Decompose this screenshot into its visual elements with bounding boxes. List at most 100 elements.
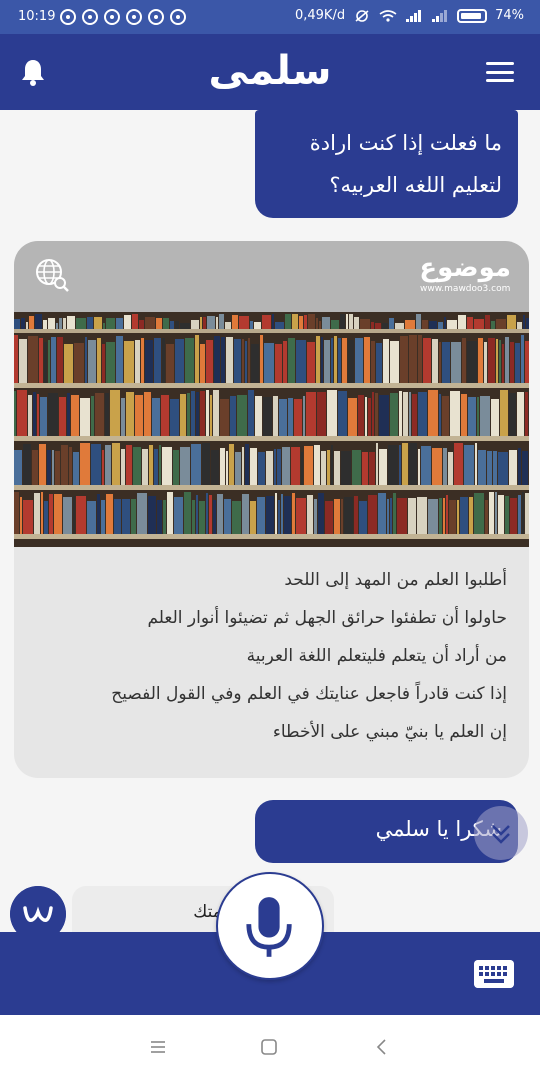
- book-spine: [180, 394, 186, 436]
- book-spine: [515, 343, 520, 383]
- book-spine: [316, 318, 318, 329]
- book-spine: [180, 323, 190, 329]
- book-spine: [103, 323, 105, 329]
- network-speed: 0,49K/d: [294, 8, 346, 23]
- book-spine: [23, 500, 33, 534]
- book-spine: [421, 446, 431, 485]
- menu-icon[interactable]: [486, 62, 514, 82]
- book-spine: [152, 398, 160, 436]
- book-spine: [383, 339, 389, 383]
- book-spine: [477, 397, 479, 436]
- book-spine: [101, 500, 105, 534]
- book-spine: [73, 496, 75, 534]
- book-spine: [360, 319, 370, 329]
- book-spine: [393, 493, 396, 534]
- book-spine: [341, 451, 351, 485]
- book-spine: [14, 319, 20, 329]
- book-spine: [444, 317, 446, 329]
- book-spine: [224, 499, 231, 534]
- book-spine: [299, 316, 303, 329]
- book-spine: [213, 390, 219, 436]
- book-spine: [85, 337, 87, 383]
- book-spine: [95, 393, 104, 436]
- book-spine: [525, 392, 528, 436]
- book-spine: [174, 497, 183, 534]
- book-spine: [376, 443, 378, 485]
- book-spine: [368, 495, 377, 534]
- book-spine: [217, 494, 223, 534]
- book-spine: [229, 444, 234, 485]
- book-spine: [185, 338, 194, 383]
- battery-level: 74%: [495, 8, 524, 23]
- book-spine: [17, 390, 27, 436]
- book-spine: [56, 323, 58, 329]
- book-spine: [139, 320, 144, 329]
- book-spine: [157, 500, 162, 534]
- book-spine: [59, 397, 66, 436]
- book-spine: [167, 492, 173, 534]
- book-spine: [498, 495, 504, 534]
- book-spine: [423, 338, 431, 383]
- book-spine: [369, 452, 375, 485]
- menu-nav-icon[interactable]: [148, 1037, 168, 1057]
- keyboard-icon[interactable]: [474, 960, 514, 988]
- book-spine: [449, 500, 456, 534]
- book-spine: [461, 394, 467, 436]
- book-spine: [106, 318, 115, 329]
- book-spine: [432, 448, 442, 485]
- book-spine: [304, 446, 313, 485]
- book-spine: [251, 344, 259, 383]
- book-spine: [80, 443, 90, 485]
- book-spine: [137, 493, 147, 534]
- book-spine: [498, 452, 508, 485]
- web-search-icon[interactable]: [34, 257, 70, 293]
- book-spine: [34, 493, 40, 534]
- book-spine: [191, 391, 195, 436]
- book-spine: [510, 342, 514, 383]
- book-spine: [144, 392, 151, 436]
- back-nav-icon[interactable]: [372, 1037, 392, 1057]
- book-spine: [450, 391, 460, 436]
- book-spine: [505, 496, 509, 534]
- book-spine: [275, 322, 284, 329]
- book-spine: [525, 493, 529, 534]
- book-spine: [402, 443, 408, 485]
- book-spine: [55, 451, 60, 485]
- home-nav-icon[interactable]: [259, 1037, 279, 1057]
- scroll-down-icon[interactable]: [474, 806, 528, 860]
- book-spine: [282, 447, 290, 485]
- book-spine: [460, 497, 468, 534]
- source-url: www.mawdoo3.com: [420, 284, 511, 294]
- book-spine: [525, 341, 529, 383]
- book-spine: [91, 444, 101, 485]
- book-spine: [76, 496, 86, 534]
- book-spine: [362, 452, 368, 485]
- book-spine: [135, 340, 140, 383]
- book-spine: [221, 337, 225, 383]
- book-spine: [344, 497, 353, 534]
- book-spine: [76, 318, 86, 329]
- book-spine: [378, 493, 386, 534]
- book-spine: [200, 391, 205, 436]
- book-spine: [206, 390, 209, 436]
- book-spine: [488, 338, 495, 383]
- book-spine: [522, 451, 528, 485]
- book-spine: [291, 447, 300, 485]
- book-spine: [61, 445, 68, 485]
- shelf-books: [14, 314, 529, 534]
- mute-icon: [355, 9, 369, 22]
- mic-button[interactable]: [216, 872, 324, 980]
- chat-area[interactable]: ما فعلت إذا كنت ارادة لتعليم اللغه العرب…: [0, 110, 540, 932]
- status-right: 0,49K/d 74%: [295, 8, 524, 23]
- book-spine: [175, 321, 179, 329]
- book-spine: [371, 341, 375, 383]
- book-spine: [51, 337, 56, 383]
- wifi-icon: [379, 9, 397, 22]
- book-spine: [334, 451, 340, 485]
- book-spine: [180, 447, 190, 485]
- book-spine: [409, 443, 417, 485]
- book-spine: [203, 317, 206, 329]
- book-spine: [292, 493, 295, 534]
- book-spine: [116, 336, 123, 383]
- book-spine: [97, 338, 101, 383]
